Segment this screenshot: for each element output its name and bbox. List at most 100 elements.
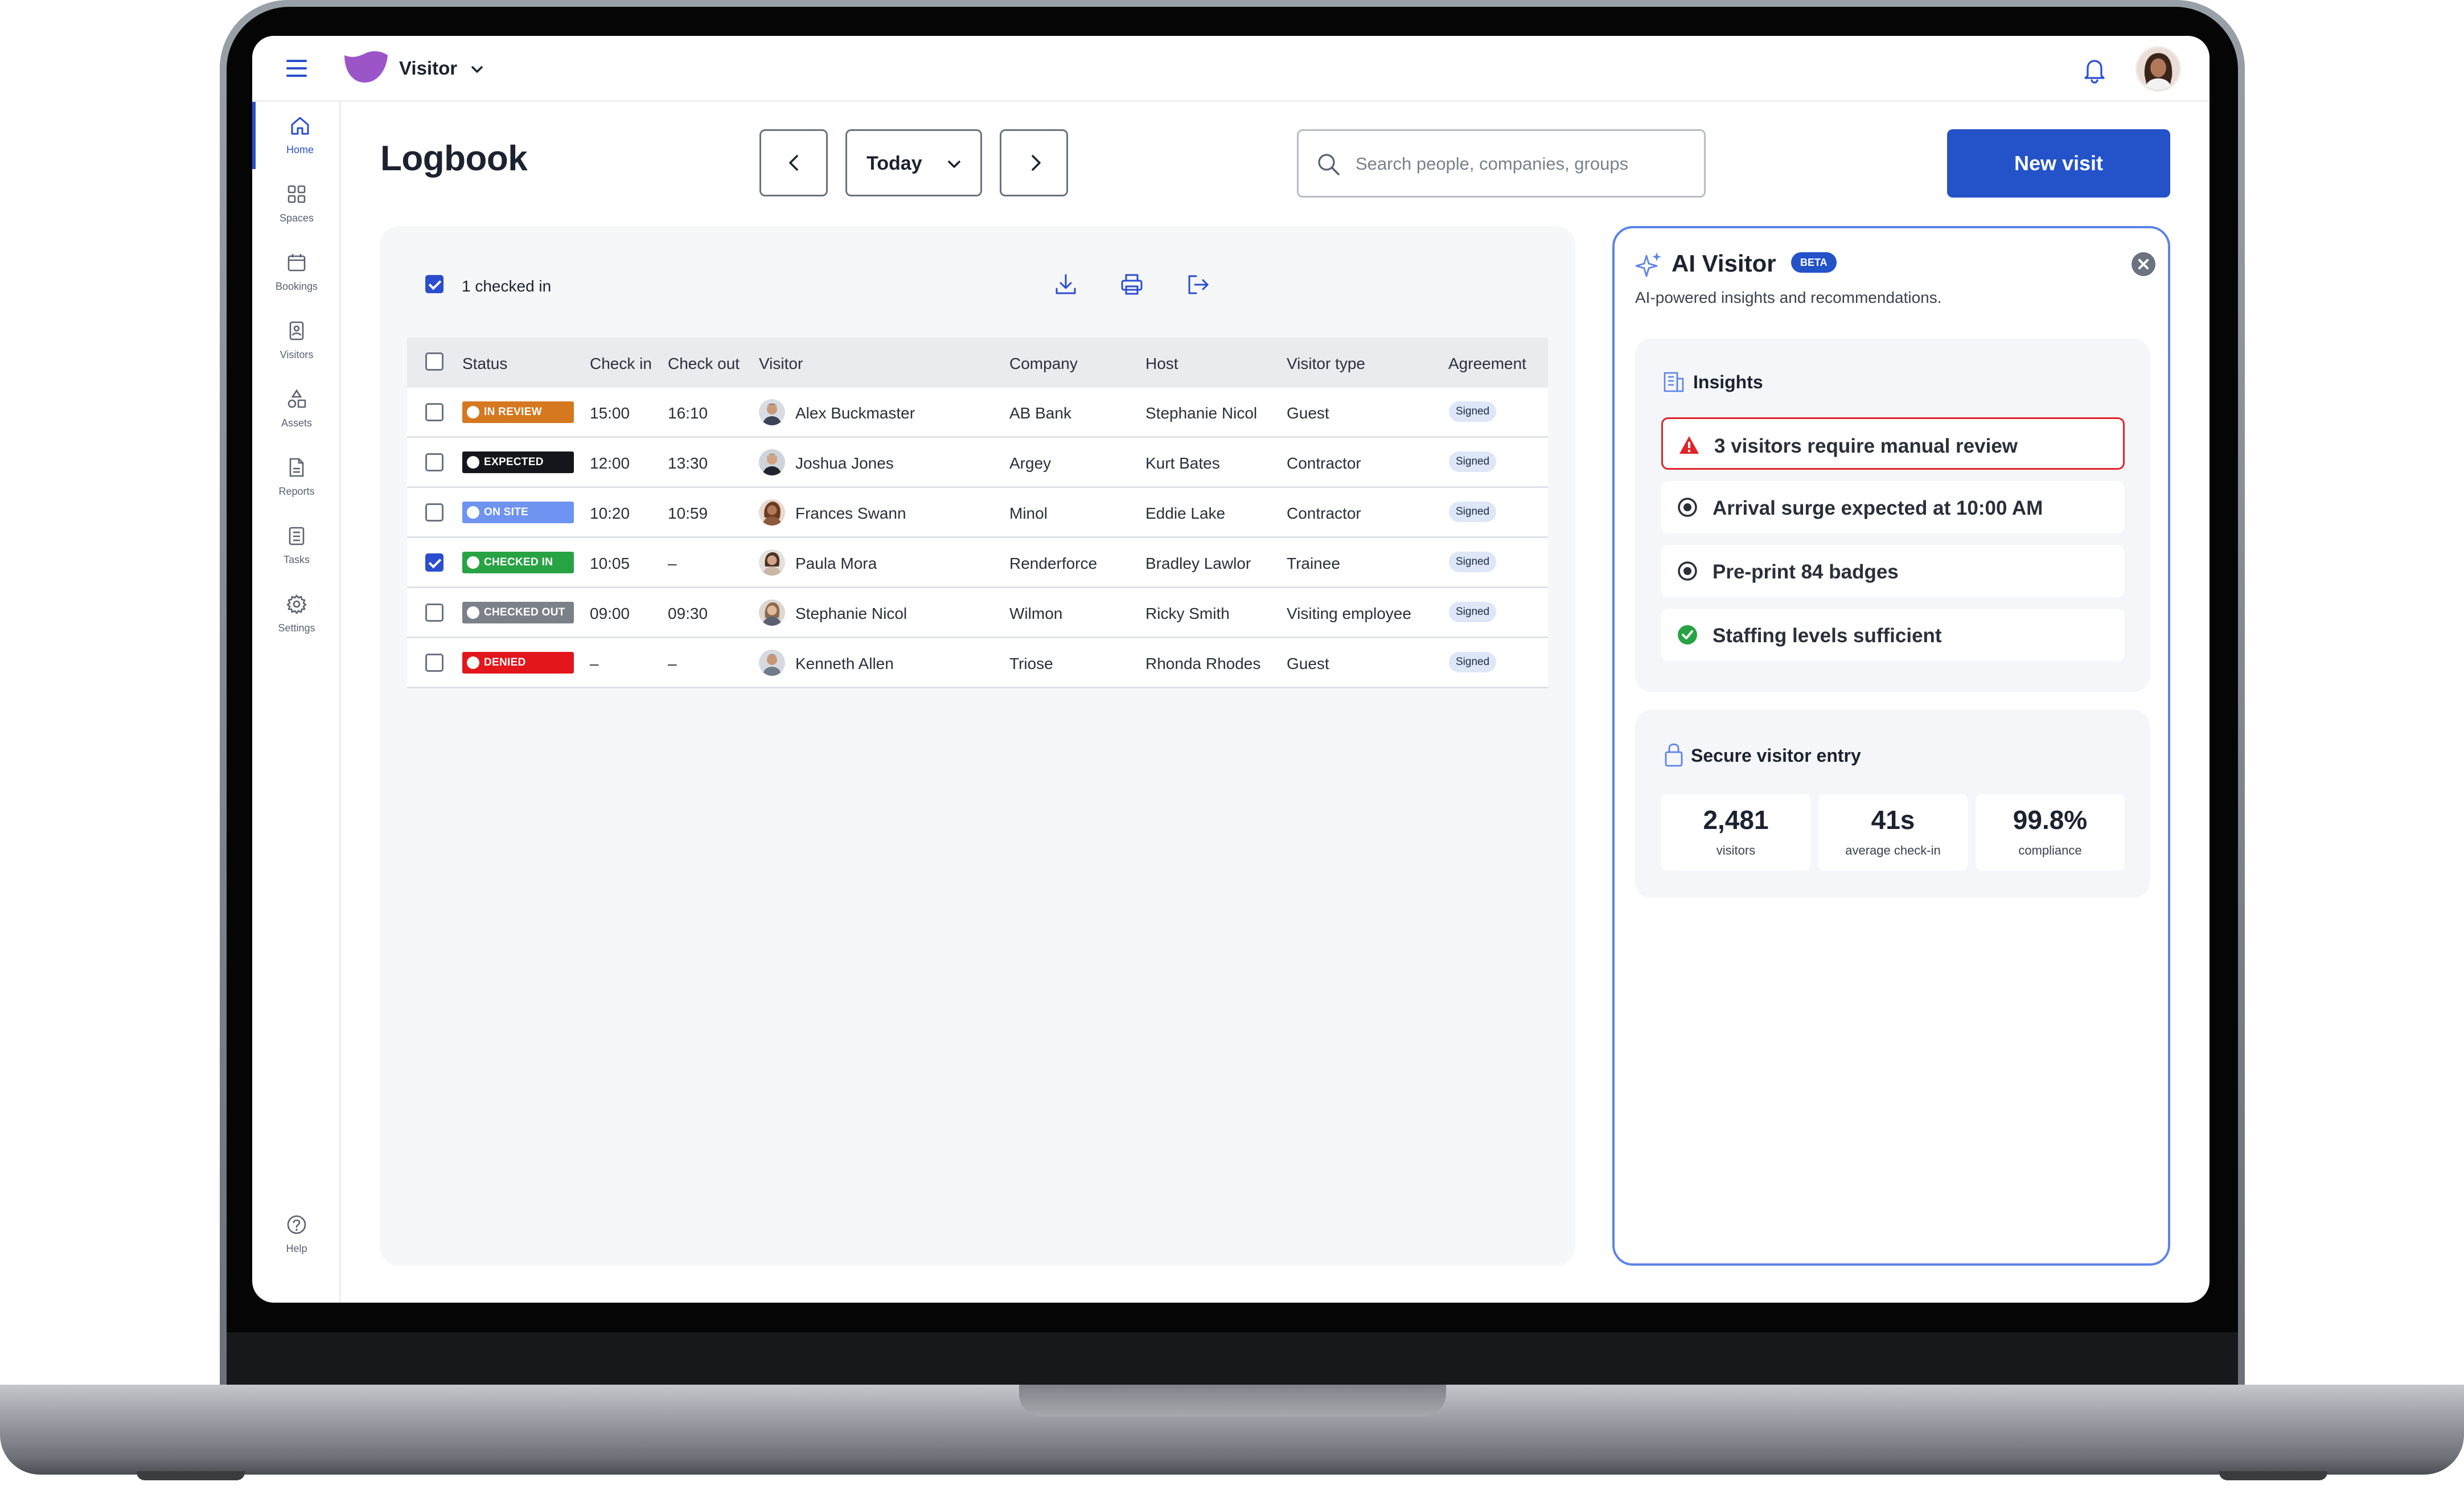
- agreement-badge: Signed: [1449, 602, 1497, 622]
- badge-icon: [289, 321, 304, 340]
- user-avatar[interactable]: [2136, 46, 2181, 92]
- gear-icon: [286, 594, 307, 614]
- insight-item[interactable]: Pre-print 84 badges: [1661, 545, 2125, 597]
- column-header[interactable]: Check out: [668, 355, 740, 373]
- insight-item[interactable]: Staffing levels sufficient: [1661, 609, 2125, 661]
- table-row[interactable]: CHECKED OUT 09:00 09:30 Stephanie Nicol …: [407, 588, 1548, 638]
- app-name[interactable]: Visitor: [399, 58, 457, 79]
- app-screen: Visitor Home Spaces Bookings Visitors As…: [252, 36, 2210, 1303]
- calendar-icon: [288, 254, 306, 272]
- search-input[interactable]: [1356, 147, 1686, 181]
- arrow-in-icon: [467, 556, 479, 569]
- export-icon[interactable]: [1184, 270, 1212, 299]
- nav-item-settings[interactable]: Settings: [252, 580, 341, 647]
- nav-item-label: Reports: [278, 486, 315, 497]
- nav-item-tasks[interactable]: Tasks: [252, 512, 341, 579]
- table-row[interactable]: CHECKED IN 10:05 – Paula Mora Renderforc…: [407, 538, 1548, 588]
- search-icon: [1318, 154, 1340, 175]
- laptop-notch: [1019, 1385, 1446, 1417]
- row-checkbox[interactable]: [425, 403, 443, 421]
- stat-label: compliance: [2018, 843, 2082, 857]
- next-day-button[interactable]: [1000, 129, 1068, 196]
- column-header[interactable]: Check in: [590, 355, 652, 373]
- nav-item-spaces[interactable]: Spaces: [252, 170, 341, 237]
- chevron-right-icon: [1032, 155, 1041, 171]
- nav-item-home[interactable]: Home: [252, 102, 341, 169]
- table-row[interactable]: IN REVIEW 15:00 16:10 Alex Buckmaster AB…: [407, 388, 1548, 438]
- prev-day-button[interactable]: [759, 129, 828, 196]
- company-name: Minol: [1009, 504, 1048, 522]
- table-row[interactable]: DENIED – – Kenneth Allen Triose Rhonda R…: [407, 638, 1548, 688]
- column-header[interactable]: Host: [1145, 355, 1178, 373]
- agreement-badge: Signed: [1449, 502, 1497, 522]
- column-header[interactable]: Status: [462, 355, 507, 373]
- visitor-type: Visiting employee: [1287, 605, 1411, 622]
- minus-circle-icon: [467, 456, 479, 469]
- column-header[interactable]: Company: [1009, 355, 1078, 373]
- status-badge: DENIED: [462, 652, 574, 674]
- check-in-time: 15:00: [590, 404, 630, 422]
- select-checked-in-checkbox[interactable]: [425, 275, 443, 293]
- nav-item-label: Bookings: [275, 281, 318, 292]
- nav-item-reports[interactable]: Reports: [252, 444, 341, 511]
- visitor-name[interactable]: Alex Buckmaster: [795, 404, 915, 422]
- block-icon: [467, 656, 479, 669]
- check-in-time: 10:20: [590, 504, 630, 522]
- stat-label: average check-in: [1845, 843, 1941, 857]
- bell-icon[interactable]: [2080, 55, 2109, 85]
- chevron-down-icon[interactable]: [469, 61, 486, 78]
- clock-icon: [467, 406, 479, 418]
- row-checkbox[interactable]: [425, 453, 443, 471]
- stat-value: 2,481: [1703, 805, 1769, 835]
- row-checkbox[interactable]: [425, 604, 443, 622]
- date-dropdown[interactable]: Today: [845, 129, 982, 196]
- check-out-time: 16:10: [668, 404, 708, 422]
- company-name: AB Bank: [1009, 404, 1071, 422]
- column-header[interactable]: Visitor type: [1287, 355, 1365, 373]
- insight-item[interactable]: Arrival surge expected at 10:00 AM: [1661, 481, 2125, 533]
- visitor-name[interactable]: Paula Mora: [795, 555, 877, 573]
- visitor-name[interactable]: Joshua Jones: [795, 454, 894, 473]
- laptop-foot: [137, 1471, 245, 1480]
- check-circle-icon: [1678, 625, 1697, 645]
- menu-icon[interactable]: [286, 60, 307, 77]
- close-icon[interactable]: [2132, 252, 2155, 276]
- status-badge: ON SITE: [462, 502, 574, 523]
- visitor-name[interactable]: Kenneth Allen: [795, 655, 894, 673]
- download-icon[interactable]: [1052, 270, 1080, 299]
- host-name: Ricky Smith: [1145, 605, 1230, 622]
- column-header[interactable]: Agreement: [1448, 355, 1526, 373]
- visitor-avatar: [759, 650, 785, 676]
- nav-item-assets[interactable]: Assets: [252, 375, 341, 442]
- insight-item[interactable]: 3 visitors require manual review: [1661, 417, 2125, 470]
- visitor-avatar: [759, 600, 785, 626]
- secure-entry-title: Secure visitor entry: [1691, 745, 1861, 766]
- nav-item-label: Settings: [278, 622, 315, 634]
- warning-icon: [1679, 436, 1699, 454]
- location-icon: [467, 506, 479, 519]
- check-out-time: 13:30: [668, 454, 708, 472]
- visitor-name[interactable]: Stephanie Nicol: [795, 605, 907, 623]
- nav-item-help[interactable]: Help: [252, 1201, 341, 1268]
- new-visit-button[interactable]: New visit: [1947, 129, 2170, 198]
- company-name: Wilmon: [1009, 605, 1063, 622]
- table-row[interactable]: ON SITE 10:20 10:59 Frances Swann Minol …: [407, 488, 1548, 538]
- search-box[interactable]: [1297, 129, 1706, 198]
- table-row[interactable]: EXPECTED 12:00 13:30 Joshua Jones Argey …: [407, 438, 1548, 488]
- print-icon[interactable]: [1118, 270, 1146, 299]
- status-badge: CHECKED IN: [462, 552, 574, 573]
- page-title: Logbook: [380, 139, 528, 178]
- nav-item-bookings[interactable]: Bookings: [252, 239, 341, 306]
- row-checkbox[interactable]: [425, 654, 443, 672]
- visitor-name[interactable]: Frances Swann: [795, 504, 906, 523]
- insight-text: Staffing levels sufficient: [1713, 625, 1942, 647]
- document-icon: [289, 458, 304, 477]
- host-name: Bradley Lawlor: [1145, 555, 1251, 572]
- ai-visitor-panel: AI Visitor BETA AI-powered insights and …: [1612, 226, 2170, 1266]
- logo-icon: [344, 51, 388, 83]
- row-checkbox[interactable]: [425, 503, 443, 522]
- row-checkbox[interactable]: [425, 553, 443, 572]
- column-header[interactable]: Visitor: [759, 355, 803, 373]
- nav-item-visitors[interactable]: Visitors: [252, 307, 341, 374]
- select-all-checkbox[interactable]: [425, 352, 443, 371]
